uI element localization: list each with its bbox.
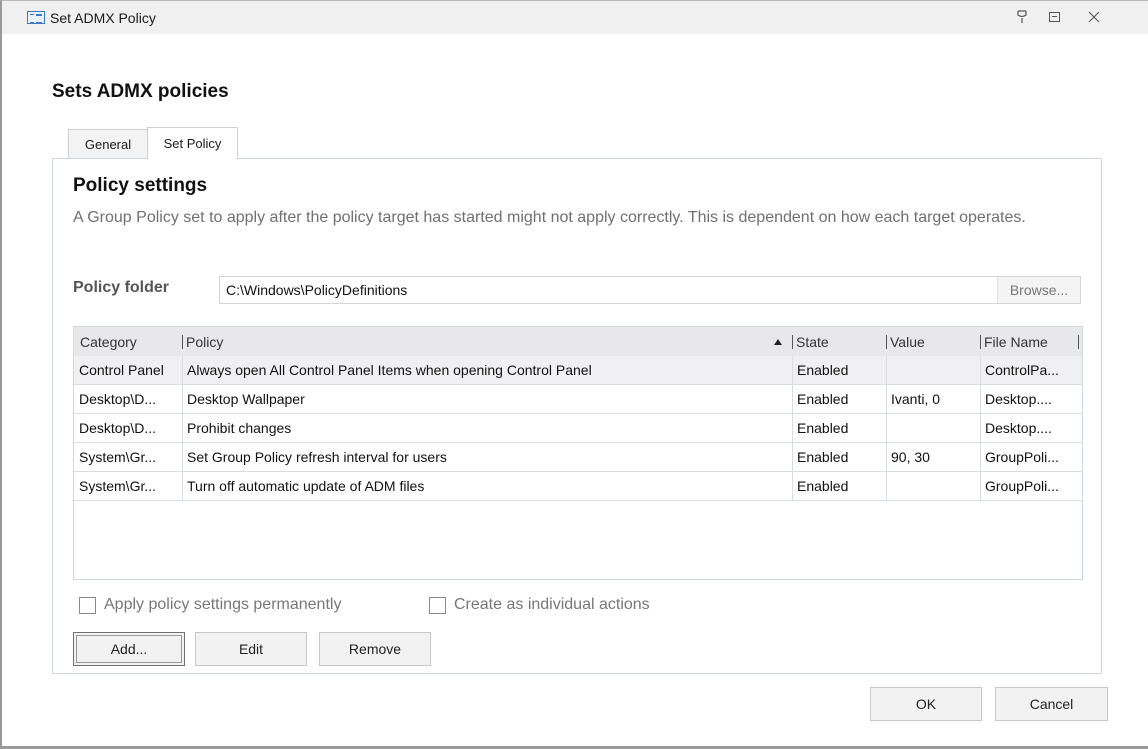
cell-policy: Turn off automatic update of ADM files <box>187 478 425 494</box>
column-header-state[interactable]: State <box>796 327 829 356</box>
column-separator[interactable] <box>886 335 887 349</box>
cell-value <box>886 472 980 500</box>
column-header-category[interactable]: Category <box>80 327 137 356</box>
tab-set-policy[interactable]: Set Policy <box>147 127 238 159</box>
cell-value <box>886 356 980 384</box>
tab-general[interactable]: General <box>68 129 148 158</box>
close-button[interactable] <box>1080 5 1108 29</box>
table-row[interactable]: Desktop\D... Prohibit changes Enabled De… <box>74 414 1082 443</box>
ok-button[interactable]: OK <box>870 687 982 721</box>
cell-file-name: GroupPoli... <box>985 478 1059 494</box>
cell-policy: Prohibit changes <box>187 420 292 436</box>
apply-permanently-checkbox[interactable]: Apply policy settings permanently <box>79 596 341 614</box>
grid-header: Category Policy State Value File Name <box>74 327 1082 356</box>
edit-button[interactable]: Edit <box>195 632 307 666</box>
dialog-window: Set ADMX Policy Sets ADMX policies Gener… <box>0 0 1148 749</box>
policy-grid: Category Policy State Value File Name Co… <box>73 326 1083 580</box>
title-bar: Set ADMX Policy <box>2 1 1148 34</box>
cell-file-name: GroupPoli... <box>985 449 1059 465</box>
close-icon <box>1088 11 1100 23</box>
help-pin-icon[interactable] <box>1008 5 1036 29</box>
policy-folder-input[interactable] <box>219 276 1081 304</box>
individual-actions-checkbox[interactable]: Create as individual actions <box>429 596 650 614</box>
cell-value <box>886 414 980 442</box>
checkbox-box[interactable] <box>429 596 446 614</box>
cell-policy: Desktop Wallpaper <box>187 391 305 407</box>
cell-file-name: Desktop.... <box>985 420 1052 436</box>
dialog-heading: Sets ADMX policies <box>52 81 229 102</box>
cell-file-name: ControlPa... <box>985 362 1059 378</box>
cell-policy: Always open All Control Panel Items when… <box>187 362 592 378</box>
cell-state: Enabled <box>797 391 849 407</box>
cancel-button[interactable]: Cancel <box>995 687 1108 721</box>
column-header-value[interactable]: Value <box>890 327 925 356</box>
cell-category: Desktop\D... <box>79 420 157 436</box>
cell-category: System\Gr... <box>79 478 157 494</box>
column-header-policy[interactable]: Policy <box>186 327 223 356</box>
pin-icon <box>1017 10 1027 23</box>
cell-file-name: Desktop.... <box>985 391 1052 407</box>
remove-button[interactable]: Remove <box>319 632 431 666</box>
policy-folder-label: Policy folder <box>73 279 170 296</box>
cell-state: Enabled <box>797 478 849 494</box>
section-title: Policy settings <box>73 175 208 196</box>
cell-category: System\Gr... <box>79 449 157 465</box>
cell-state: Enabled <box>797 362 849 378</box>
checkbox-box[interactable] <box>79 596 96 614</box>
dialog-app-icon <box>27 11 45 24</box>
table-row[interactable]: Desktop\D... Desktop Wallpaper Enabled I… <box>74 385 1082 414</box>
cell-state: Enabled <box>797 420 849 436</box>
sort-ascending-icon <box>774 339 782 345</box>
cell-state: Enabled <box>797 449 849 465</box>
browse-button[interactable]: Browse... <box>997 277 1080 303</box>
set-policy-panel: Policy settings A Group Policy set to ap… <box>52 158 1102 674</box>
cell-category: Desktop\D... <box>79 391 157 407</box>
cell-value: Ivanti, 0 <box>891 391 941 407</box>
column-separator[interactable] <box>980 335 981 349</box>
table-row[interactable]: Control Panel Always open All Control Pa… <box>74 356 1082 385</box>
apply-permanently-label: Apply policy settings permanently <box>104 596 342 613</box>
restore-icon <box>1048 12 1060 22</box>
individual-actions-label: Create as individual actions <box>454 596 650 613</box>
column-separator[interactable] <box>1078 335 1079 349</box>
column-header-file-name[interactable]: File Name <box>984 327 1048 356</box>
cell-category: Control Panel <box>79 362 164 378</box>
cell-policy: Set Group Policy refresh interval for us… <box>187 449 447 465</box>
window-title: Set ADMX Policy <box>50 10 156 26</box>
table-row[interactable]: System\Gr... Turn off automatic update o… <box>74 472 1082 501</box>
maximize-button[interactable] <box>1040 5 1068 29</box>
cell-value: 90, 30 <box>891 449 930 465</box>
column-separator[interactable] <box>182 335 183 349</box>
policy-description: A Group Policy set to apply after the po… <box>73 209 1026 226</box>
add-button[interactable]: Add... <box>73 632 185 666</box>
column-separator[interactable] <box>792 335 793 349</box>
table-row[interactable]: System\Gr... Set Group Policy refresh in… <box>74 443 1082 472</box>
